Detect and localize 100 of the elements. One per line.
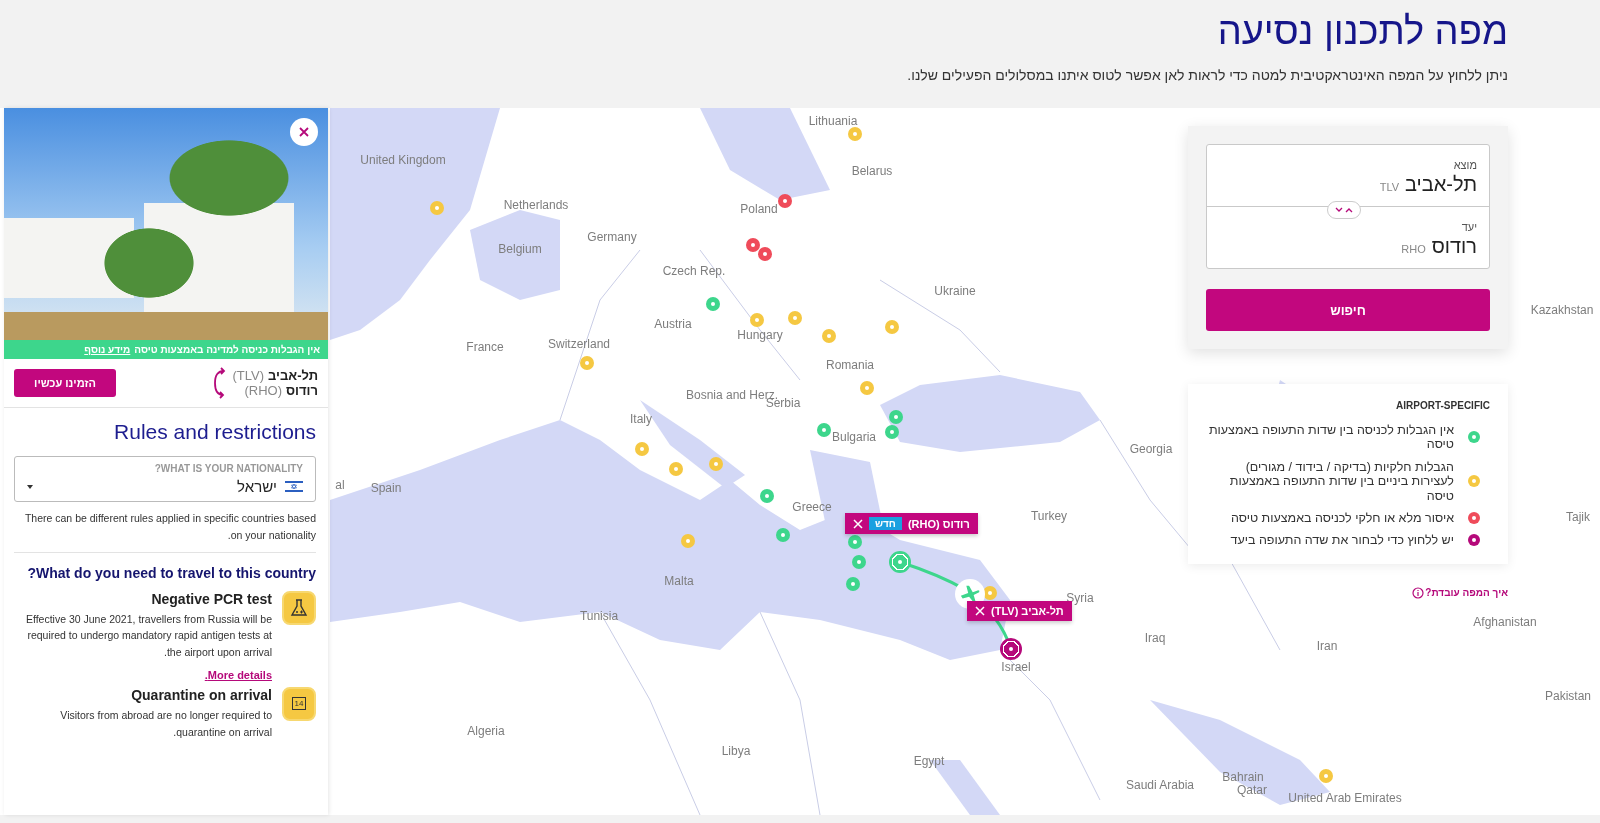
airport-marker[interactable] <box>669 462 683 476</box>
airport-marker[interactable] <box>817 423 831 437</box>
dropdown-caret-icon <box>27 484 33 489</box>
search-button[interactable]: חיפוש <box>1206 289 1490 331</box>
country-label: France <box>466 340 504 354</box>
requirement-title: Quarantine on arrival <box>130 687 272 703</box>
book-now-button[interactable]: הזמינו עכשיו <box>14 369 116 397</box>
flag-icon <box>285 480 303 493</box>
airport-marker[interactable] <box>750 313 764 327</box>
country-label: Poland <box>740 202 778 216</box>
close-icon <box>853 518 863 529</box>
remove-button[interactable] <box>853 518 863 529</box>
country-label: Greece <box>792 500 832 514</box>
destination-value: רודוס <box>1431 235 1477 258</box>
calendar-day: 14 <box>294 699 304 709</box>
airport-popup[interactable]: חדש רודוס (RHO) <box>845 513 978 534</box>
rules-heading: Rules and restrictions <box>113 420 316 444</box>
airport-marker[interactable] <box>746 238 760 252</box>
legend-label: הגבלות חלקיות (בדיקה / בידוד / מגורים) לעצירות ביניים בין שדות התעופה באמצעות טיסה <box>1228 459 1454 503</box>
nationality-value: ישראל <box>237 478 277 495</box>
close-icon <box>975 606 985 616</box>
origin-code: (TLV) <box>232 368 264 383</box>
info-icon <box>1412 587 1424 599</box>
country-label: Belarus <box>851 164 893 178</box>
country-label: Tajik <box>1566 510 1590 524</box>
route-arrow-icon <box>212 367 227 399</box>
airport-marker[interactable] <box>580 356 594 370</box>
airport-marker[interactable] <box>1319 769 1333 783</box>
field-label: יעד <box>1460 221 1477 233</box>
swap-button[interactable] <box>1327 201 1361 219</box>
destination-code: (RHO) <box>244 383 282 398</box>
airport-marker[interactable] <box>635 442 649 456</box>
field-label: WHAT IS YOUR NATIONALITY? <box>153 463 303 474</box>
country-label: Pakistan <box>1545 689 1591 703</box>
country-label: Spain <box>370 481 402 495</box>
airport-marker[interactable] <box>885 320 899 334</box>
country-label: Turkey <box>1030 509 1068 523</box>
airport-popup[interactable]: תל-אביב (TLV) <box>967 601 1072 621</box>
more-details-link[interactable]: More details. <box>14 669 272 681</box>
airport-marker[interactable] <box>778 194 792 208</box>
origin-city: תל-אביב <box>268 368 318 383</box>
close-button[interactable] <box>290 118 318 146</box>
legend-label: איסור מלא או חלקי לכניסה באמצעות טיסה <box>1230 510 1454 526</box>
banner-text: אין הגבלות כניסה למדינה באמצעות טיסה <box>134 344 320 355</box>
requirement-text: Visitors from abroad are no longer required to quarantine on arrival. <box>59 708 272 740</box>
swap-icon <box>1335 206 1353 214</box>
country-label: Bahrain <box>1222 770 1264 784</box>
country-label: Georgia <box>1129 442 1173 456</box>
country-label: Germany <box>587 230 637 244</box>
origin-value: תל-אביב <box>1405 173 1477 196</box>
nationality-note: There can be different rules applied in specific countries based on your nationality. <box>14 510 316 553</box>
country-label: Kazakhstan <box>1530 303 1594 317</box>
new-badge: חדש <box>869 517 902 530</box>
country-label: Algeria <box>467 724 505 738</box>
airport-marker[interactable] <box>822 329 836 343</box>
country-label: Afghanistan <box>1473 615 1537 629</box>
close-icon <box>299 127 309 137</box>
country-label: al <box>335 478 345 492</box>
destination-city: רודוס <box>286 383 318 398</box>
airport-marker[interactable] <box>758 247 772 261</box>
country-label: Iran <box>1316 639 1338 653</box>
field-label: מוצא <box>1452 159 1477 171</box>
airport-name: תל-אביב (TLV) <box>991 605 1064 617</box>
airport-marker[interactable] <box>760 489 774 503</box>
country-label: Switzerland <box>548 337 610 351</box>
country-label: Ukraine <box>934 284 976 298</box>
remove-button[interactable] <box>975 606 985 616</box>
requirement-text: Effective 30 June 2021, travellers from Russia will be required to undergo mandatory rapid antigen tests at the airport upon arrival. <box>24 611 272 661</box>
country-label: Tunisia <box>579 609 619 623</box>
country-label: Saudi Arabia <box>1125 778 1195 792</box>
country-label: Bulgaria <box>832 430 876 444</box>
country-label: Austria <box>654 317 692 331</box>
country-label: Italy <box>630 412 652 426</box>
country-label: Israel <box>1001 660 1031 674</box>
help-link[interactable]: איך המפה עובדת? <box>1425 587 1508 598</box>
country-label: United Kingdom <box>360 153 446 167</box>
country-label: Malta <box>664 574 694 588</box>
country-label: United Arab Emirates <box>1288 791 1402 805</box>
destination-code: RHO <box>1401 243 1426 255</box>
requirements-heading: What do you need to travel to this country? <box>26 564 316 581</box>
country-label: Qatar <box>1237 783 1267 797</box>
flask-icon <box>282 590 316 625</box>
legend-label: יש ללחוץ כדי לבחור את שדה התעופה ביעד <box>1230 533 1454 548</box>
country-label: Romania <box>826 358 874 372</box>
legend-label: אין הגבלות לכניסה בין שדות התעופה באמצעות טיסה <box>1207 423 1454 452</box>
legend-title: AIRPORT-SPECIFIC <box>1395 400 1490 411</box>
origin-code: TLV <box>1379 181 1400 193</box>
airport-marker[interactable] <box>1000 638 1022 660</box>
country-label: Lithuania <box>808 114 858 128</box>
country-label: Netherlands <box>503 198 569 212</box>
country-label: Czech Rep. <box>662 264 726 278</box>
airport-marker[interactable] <box>848 127 862 141</box>
airport-marker[interactable] <box>788 311 802 325</box>
country-label: Iraq <box>1144 631 1166 645</box>
country-label: Libya <box>721 744 751 758</box>
country-label: Egypt <box>913 754 945 768</box>
airport-marker[interactable] <box>885 425 899 439</box>
airport-marker[interactable] <box>860 381 874 395</box>
airport-marker[interactable] <box>706 297 720 311</box>
requirement-title: Negative PCR test <box>150 590 272 607</box>
